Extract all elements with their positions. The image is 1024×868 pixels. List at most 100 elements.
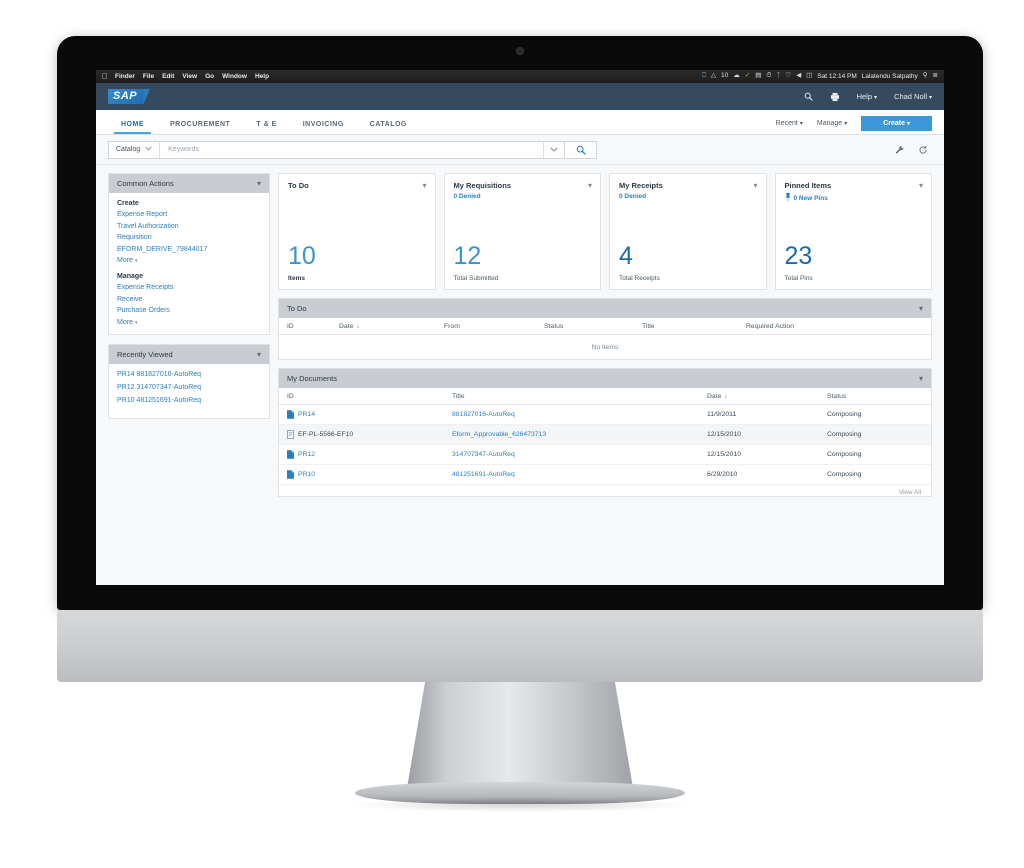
printer-icon[interactable]	[830, 92, 840, 102]
checkmark-icon[interactable]: ✓	[745, 73, 750, 80]
chevron-down-icon[interactable]: ▾	[919, 181, 923, 190]
document-id[interactable]: PR14	[298, 411, 315, 418]
search-input[interactable]	[160, 141, 543, 158]
link-requisition[interactable]: Requisition	[117, 234, 261, 241]
kpi-card-todo[interactable]: To Do ▾ 10 Items	[278, 173, 436, 290]
create-more-link[interactable]: More ▾	[117, 257, 261, 264]
wifi-icon[interactable]: ♡	[785, 73, 791, 80]
search-icon[interactable]: ⚲	[923, 73, 928, 80]
tab-te[interactable]: T & E	[243, 121, 289, 134]
chevron-down-icon[interactable]: ▾	[588, 181, 592, 190]
menubar-user[interactable]: Lalatendu Satpathy	[862, 73, 918, 80]
document-title[interactable]: 314707347-AutoReq	[452, 451, 707, 458]
mac-menu-help[interactable]: Help	[255, 73, 269, 80]
link-receive[interactable]: Receive	[117, 296, 261, 303]
document-id[interactable]: EF-PL-5566-EF10	[298, 431, 353, 438]
mac-menu-go[interactable]: Go	[205, 73, 214, 80]
document-id[interactable]: PR10	[298, 471, 315, 478]
kpi-card-pinned-items[interactable]: Pinned Items ▾ 0 New Pins 23 Total Pins	[774, 173, 932, 290]
column-header-date[interactable]: Date ↓	[339, 323, 444, 330]
cloud-icon[interactable]: ☁	[733, 73, 740, 80]
list-item[interactable]: PR10 481251691-AutoReq	[117, 397, 261, 404]
chevron-down-icon[interactable]: ▾	[919, 304, 923, 313]
user-menu[interactable]: Chad Noll ▾	[894, 92, 932, 101]
column-header-title[interactable]: Title	[642, 323, 746, 330]
mac-menu-finder[interactable]: Finder	[115, 73, 135, 80]
table-row[interactable]: PR12 314707347-AutoReq 12/15/2010 Compos…	[279, 445, 931, 465]
table-row[interactable]: EF-PL-5566-EF10 Eform_Approvable_6264737…	[279, 425, 931, 445]
airplay-icon[interactable]: ⎕	[702, 73, 706, 80]
requisition-icon	[287, 470, 294, 479]
apple-icon[interactable]: 	[102, 72, 108, 81]
column-header-id[interactable]: ID	[287, 323, 339, 330]
link-eform-derive[interactable]: EFORM_DERIVE_79844017	[117, 246, 261, 253]
link-expense-report[interactable]: Expense Report	[117, 211, 261, 218]
table-row[interactable]: PR10 481251691-AutoReq 6/29/2010 Composi…	[279, 465, 931, 485]
mac-menu-edit[interactable]: Edit	[162, 73, 174, 80]
recently-viewed-header[interactable]: Recently Viewed ▾	[109, 344, 269, 364]
mac-menu-window[interactable]: Window	[222, 73, 247, 80]
todo-table-header[interactable]: To Do ▾	[279, 299, 931, 318]
refresh-icon[interactable]	[918, 145, 928, 155]
tab-invoicing[interactable]: INVOICING	[290, 121, 357, 134]
column-header-from[interactable]: From	[444, 323, 544, 330]
help-menu[interactable]: Help ▾	[857, 92, 877, 101]
kpi-card-my-receipts[interactable]: My Receipts ▾ 0 Denied 4 Total Receipts	[609, 173, 767, 290]
search-scope-dropdown[interactable]	[543, 141, 564, 158]
sort-descending-icon: ↓	[724, 393, 728, 400]
tab-procurement[interactable]: PROCUREMENT	[157, 121, 243, 134]
list-icon[interactable]: ≣	[933, 73, 938, 80]
column-header-required-action[interactable]: Required Action	[746, 323, 923, 330]
my-documents-header[interactable]: My Documents ▾	[279, 369, 931, 388]
document-title[interactable]: 481251691-AutoReq	[452, 471, 707, 478]
document-title[interactable]: 881827016-AutoReq	[452, 411, 707, 418]
battery-icon[interactable]: ◫	[806, 73, 812, 80]
keyboard-icon[interactable]: ▤	[755, 73, 761, 80]
kpi-header: My Requisitions ▾	[445, 174, 601, 190]
menubar-clock[interactable]: Sat 12:14 PM	[817, 73, 856, 80]
link-expense-receipts[interactable]: Expense Receipts	[117, 284, 261, 291]
kpi-subtext[interactable]: 0 Denied	[610, 190, 766, 200]
column-header-date[interactable]: Date ↓	[707, 393, 827, 400]
link-travel-authorization[interactable]: Travel Authorization	[117, 223, 261, 230]
recent-menu[interactable]: Recent ▾	[776, 120, 803, 127]
wrench-icon[interactable]	[895, 145, 905, 155]
tab-catalog[interactable]: CATALOG	[357, 121, 420, 134]
column-header-id[interactable]: ID	[287, 393, 452, 400]
page-content: Common Actions ▾ Create Expense Report T…	[96, 165, 944, 585]
kpi-card-my-requisitions[interactable]: My Requisitions ▾ 0 Denied 12 Total Subm…	[443, 173, 601, 290]
new-pins-label: 0 New Pins	[793, 194, 828, 202]
kpi-subtext[interactable]: 0 Denied	[445, 190, 601, 200]
chevron-down-icon[interactable]: ▾	[257, 350, 261, 359]
search-icon[interactable]	[804, 92, 813, 101]
timemachine-icon[interactable]: ⏱	[766, 73, 771, 80]
create-button[interactable]: Create ▾	[861, 116, 932, 131]
column-header-status[interactable]: Status	[544, 323, 642, 330]
link-purchase-orders[interactable]: Purchase Orders	[117, 307, 261, 314]
search-submit-button[interactable]	[565, 140, 597, 159]
chevron-down-icon[interactable]: ▾	[257, 179, 261, 188]
chevron-down-icon[interactable]: ▾	[753, 181, 757, 190]
kpi-subtext[interactable]: 0 New Pins	[776, 190, 932, 203]
mac-menu-view[interactable]: View	[182, 73, 197, 80]
list-item[interactable]: PR12 314707347-AutoReq	[117, 384, 261, 391]
list-item[interactable]: PR14 881827016-AutoReq	[117, 371, 261, 378]
table-row[interactable]: PR14 881827016-AutoReq 11/9/2011 Composi…	[279, 405, 931, 425]
dropbox-icon[interactable]: △	[711, 73, 716, 80]
manage-more-link[interactable]: More ▾	[117, 319, 261, 326]
volume-icon[interactable]: ◀	[796, 73, 801, 80]
common-actions-header[interactable]: Common Actions ▾	[109, 174, 269, 193]
chevron-down-icon[interactable]: ▾	[422, 181, 426, 190]
tab-home[interactable]: HOME	[108, 121, 157, 134]
view-all-link[interactable]: View All	[279, 485, 931, 496]
column-header-title[interactable]: Title	[452, 393, 707, 400]
manage-menu[interactable]: Manage ▾	[817, 120, 847, 127]
document-title[interactable]: Eform_Approvable_626473713	[452, 431, 707, 438]
column-header-status[interactable]: Status	[827, 393, 923, 400]
mac-menu-file[interactable]: File	[143, 73, 154, 80]
recently-viewed-title: Recently Viewed	[117, 349, 173, 359]
document-id[interactable]: PR12	[298, 451, 315, 458]
bluetooth-icon[interactable]: ᛏ	[776, 73, 780, 80]
chevron-down-icon[interactable]: ▾	[919, 374, 923, 383]
search-category-select[interactable]: Catalog	[109, 141, 161, 158]
